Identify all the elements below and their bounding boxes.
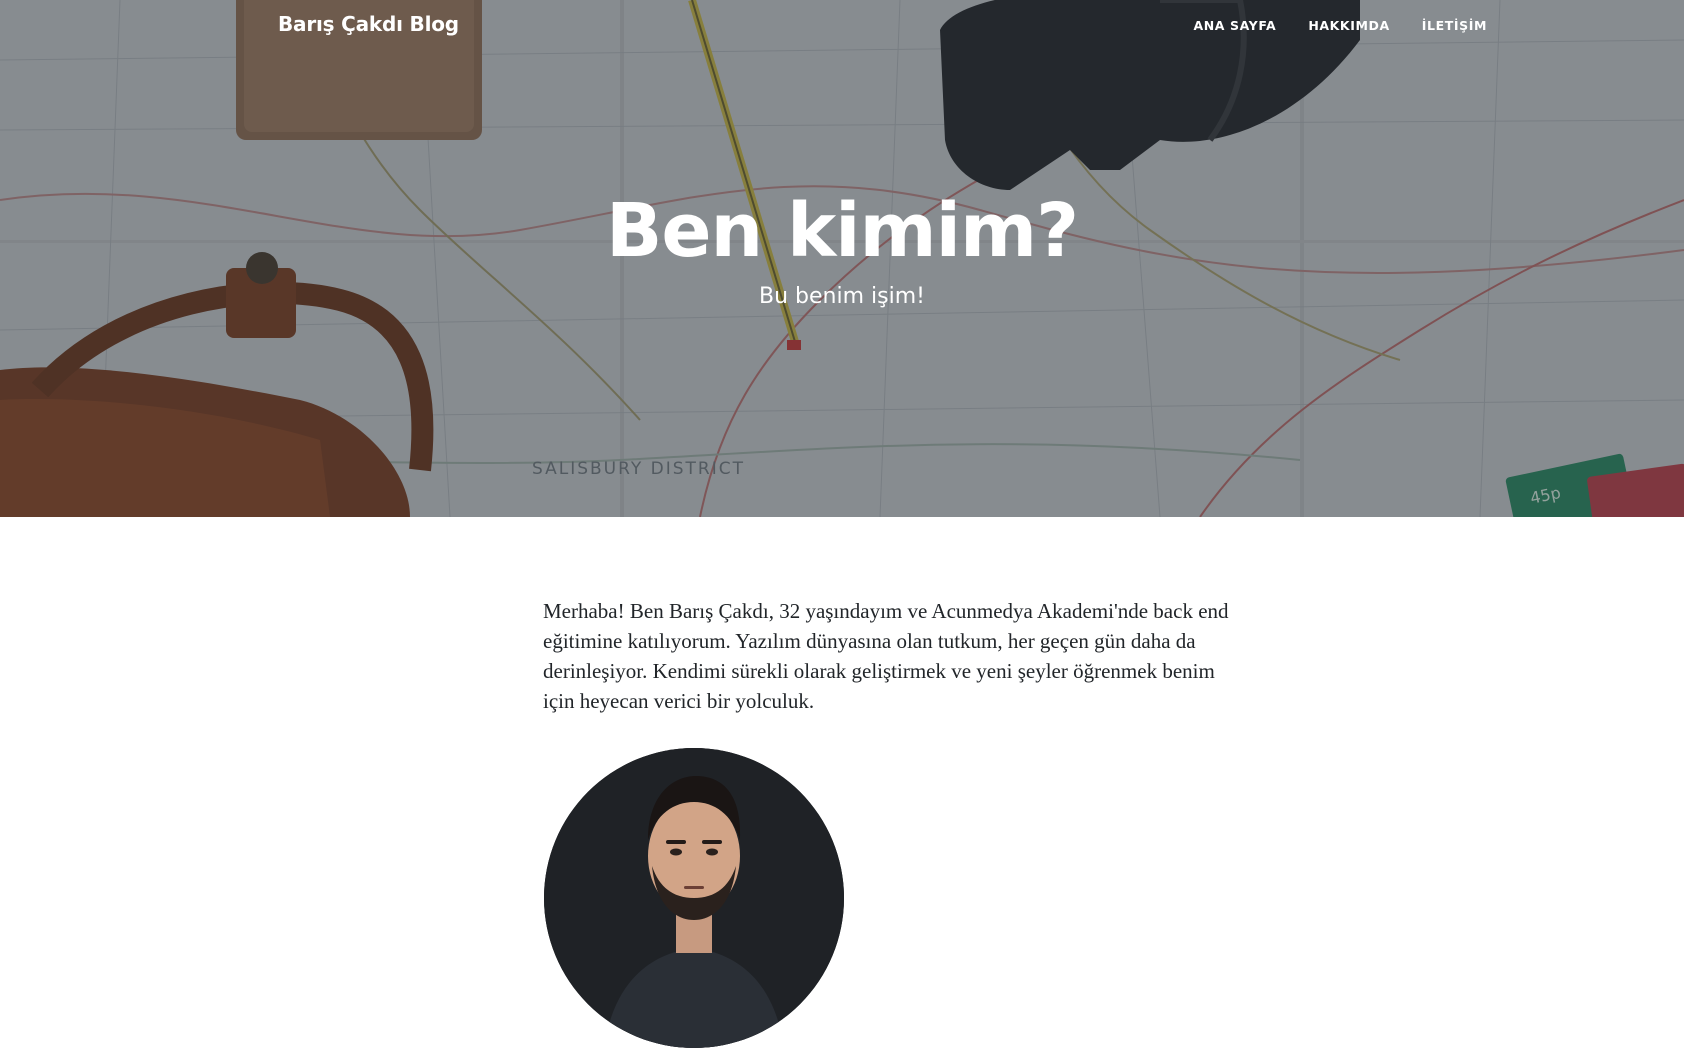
nav-links: ANA SAYFA HAKKIMDA İLETİŞİM	[1193, 18, 1487, 33]
nav-link-about[interactable]: HAKKIMDA	[1308, 18, 1389, 33]
brand-link[interactable]: Barış Çakdı Blog	[278, 12, 459, 36]
nav-link-contact[interactable]: İLETİŞİM	[1422, 18, 1487, 33]
about-paragraph: Merhaba! Ben Barış Çakdı, 32 yaşındayım …	[543, 599, 1229, 713]
profile-photo	[544, 748, 844, 1048]
main-navbar: Barış Çakdı Blog ANA SAYFA HAKKIMDA İLET…	[0, 0, 1684, 52]
page-header: SALISBURY DISTRICT 45p Barış Çakdı Blog …	[0, 0, 1684, 517]
nav-link-home[interactable]: ANA SAYFA	[1193, 18, 1276, 33]
page-title: Ben kimim?	[605, 188, 1079, 274]
main-content: Merhaba! Ben Barış Çakdı, 32 yaşındayım …	[543, 596, 1243, 716]
profile-portrait-icon	[544, 748, 844, 1048]
page-heading: Ben kimim? Bu benim işim!	[0, 186, 1684, 309]
page-subtitle: Bu benim işim!	[759, 284, 925, 309]
